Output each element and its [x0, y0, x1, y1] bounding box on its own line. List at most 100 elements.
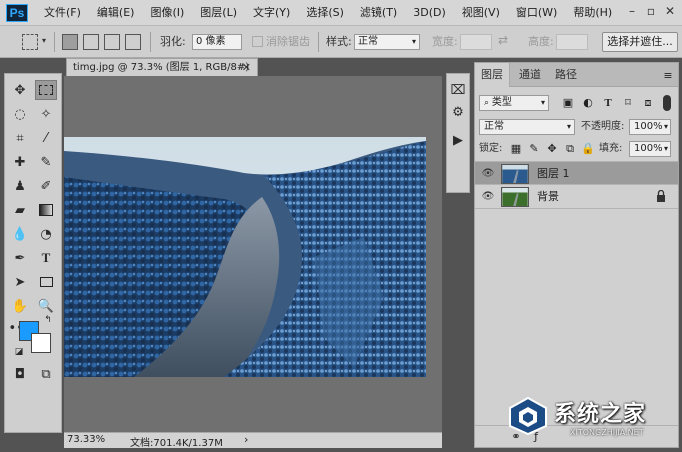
feather-input[interactable]: 0 像素: [192, 34, 242, 50]
chevron-right-icon[interactable]: ›: [244, 433, 248, 446]
swap-colors-icon[interactable]: ↰: [41, 314, 55, 326]
move-tool-icon[interactable]: ✥: [9, 80, 31, 100]
subtract-selection-icon[interactable]: [104, 34, 120, 50]
tab-layers[interactable]: 图层: [475, 63, 510, 87]
menu-edit[interactable]: 编辑(E): [89, 0, 143, 26]
path-selection-tool-icon[interactable]: ➤: [9, 272, 31, 292]
filter-adjustment-icon[interactable]: ◐: [581, 96, 595, 110]
style-select[interactable]: 正常 ▾: [354, 34, 420, 50]
properties-panel-icon[interactable]: ⚙: [448, 102, 468, 122]
divider: [150, 32, 151, 52]
menu-bar: Ps 文件(F) 编辑(E) 图像(I) 图层(L) 文字(Y) 选择(S) 滤…: [0, 0, 682, 26]
layer-row[interactable]: 👁 背景: [475, 185, 678, 209]
minimize-icon[interactable]: –: [624, 3, 640, 19]
canvas-area[interactable]: [64, 76, 442, 432]
lock-all-icon[interactable]: 🔒: [581, 142, 595, 156]
crop-tool-icon[interactable]: ⌗: [9, 128, 31, 148]
menu-window[interactable]: 窗口(W): [508, 0, 565, 26]
select-and-mask-button[interactable]: 选择并遮住...: [602, 32, 678, 52]
pen-tool-icon[interactable]: ✒: [9, 248, 31, 268]
eraser-tool-icon[interactable]: ▰: [9, 200, 31, 220]
marquee-preset-icon[interactable]: [22, 34, 38, 50]
lock-artboard-icon[interactable]: ⧉: [563, 142, 577, 156]
filter-toggle-switch[interactable]: [663, 95, 671, 111]
fill-input[interactable]: 100% ▾: [629, 141, 671, 157]
lock-icon: [657, 190, 665, 202]
play-action-icon[interactable]: ▶: [448, 130, 468, 150]
blend-mode-value: 正常: [484, 121, 504, 132]
lasso-tool-icon[interactable]: ◌: [9, 104, 31, 124]
default-colors-icon[interactable]: ◪: [13, 346, 25, 358]
type-tool-icon[interactable]: T: [35, 248, 57, 268]
maximize-icon[interactable]: ▫: [643, 3, 659, 19]
watermark-subtext: XITONGZHIJIA.NET: [570, 428, 644, 437]
filter-smart-object-icon[interactable]: ⧈: [641, 96, 655, 110]
lock-position-icon[interactable]: ✥: [545, 142, 559, 156]
antialias-checkbox[interactable]: [252, 36, 263, 47]
chevron-down-icon: ▾: [663, 122, 668, 131]
chevron-down-icon[interactable]: ▾: [42, 36, 46, 45]
layer-row[interactable]: 👁 图层 1: [475, 161, 678, 185]
intersect-selection-icon[interactable]: [125, 34, 141, 50]
history-panel-icon[interactable]: ⌧: [448, 80, 468, 100]
menu-3d[interactable]: 3D(D): [405, 0, 454, 26]
filter-pixel-icon[interactable]: ▣: [561, 96, 575, 110]
photoshop-logo: Ps: [6, 3, 28, 22]
swap-dimensions-icon[interactable]: ⇄: [498, 33, 508, 47]
document-tab[interactable]: timg.jpg @ 73.3% (图层 1, RGB/8#) * ✕: [66, 58, 258, 90]
menu-image[interactable]: 图像(I): [142, 0, 192, 26]
clone-stamp-tool-icon[interactable]: ♟: [9, 176, 31, 196]
close-icon[interactable]: ✕: [662, 3, 678, 19]
gradient-tool-icon[interactable]: [35, 200, 57, 220]
panel-menu-icon[interactable]: ≡: [661, 69, 675, 83]
menu-type[interactable]: 文字(Y): [245, 0, 298, 26]
lock-image-icon[interactable]: ✎: [527, 142, 541, 156]
rect-marquee-tool-icon[interactable]: [35, 80, 57, 100]
height-input[interactable]: [556, 34, 588, 50]
healing-brush-tool-icon[interactable]: ✚: [9, 152, 31, 172]
menu-help[interactable]: 帮助(H): [565, 0, 620, 26]
blend-mode-select[interactable]: 正常 ▾: [479, 119, 575, 135]
opacity-label: 不透明度:: [581, 121, 625, 132]
background-color-swatch[interactable]: [31, 333, 51, 353]
feather-label: 羽化:: [160, 35, 186, 48]
fill-label: 填充:: [599, 143, 623, 154]
panel-dock-collapsed: ⌧ ⚙ ▶: [446, 73, 470, 193]
dodge-tool-icon[interactable]: ◔: [35, 224, 57, 244]
close-icon[interactable]: ✕: [242, 59, 251, 76]
filter-kind-value: 类型: [491, 97, 512, 108]
layer-name: 图层 1: [537, 167, 570, 180]
menu-layer[interactable]: 图层(L): [192, 0, 245, 26]
blur-tool-icon[interactable]: 💧: [9, 224, 31, 244]
visibility-eye-icon[interactable]: 👁: [481, 167, 495, 181]
watermark-text: 系统之家: [554, 402, 647, 427]
screen-mode-icon[interactable]: ⧉: [35, 364, 57, 384]
add-selection-icon[interactable]: [83, 34, 99, 50]
quick-mask-icon[interactable]: ◘: [9, 364, 31, 384]
hand-tool-icon[interactable]: ✋: [9, 296, 31, 316]
chevron-down-icon: ▾: [540, 98, 545, 107]
filter-type-icon[interactable]: T: [601, 96, 615, 110]
magic-wand-tool-icon[interactable]: ✧: [35, 104, 57, 124]
eyedropper-tool-icon[interactable]: ⁄: [35, 128, 57, 148]
visibility-eye-icon[interactable]: 👁: [481, 190, 495, 204]
document-image: [64, 137, 426, 377]
tab-paths[interactable]: 路径: [549, 63, 583, 87]
new-selection-icon[interactable]: [62, 34, 78, 50]
menu-view[interactable]: 视图(V): [454, 0, 508, 26]
brush-tool-icon[interactable]: ✎: [35, 152, 57, 172]
layer-filter-select[interactable]: ⌕ 类型 ▾: [479, 95, 549, 111]
tab-channels[interactable]: 通道: [513, 63, 547, 87]
width-input[interactable]: [460, 34, 492, 50]
height-label: 高度:: [528, 35, 554, 48]
lock-transparent-icon[interactable]: ▦: [509, 142, 523, 156]
zoom-level[interactable]: 73.33%: [67, 434, 105, 445]
zoom-tool-icon[interactable]: 🔍: [35, 296, 57, 316]
filter-shape-icon[interactable]: ⌑: [621, 96, 635, 110]
menu-filter[interactable]: 滤镜(T): [352, 0, 405, 26]
menu-file[interactable]: 文件(F): [36, 0, 89, 26]
opacity-input[interactable]: 100% ▾: [629, 119, 671, 135]
menu-select[interactable]: 选择(S): [298, 0, 352, 26]
rectangle-tool-icon[interactable]: [35, 272, 57, 292]
history-brush-tool-icon[interactable]: ✐: [35, 176, 57, 196]
